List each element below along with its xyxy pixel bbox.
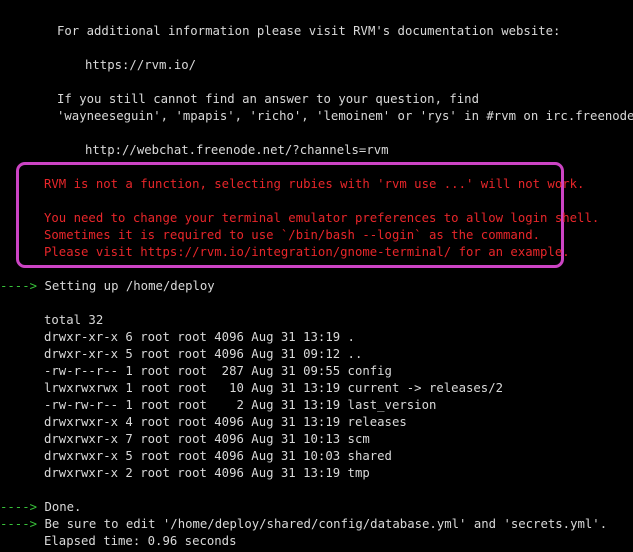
listing-row: drwxrwxr-x 5 root root 4096 Aug 31 10:03… <box>44 449 392 463</box>
help-link-rvm: https://rvm.io/ <box>85 58 197 72</box>
listing-row: -rw-r--r-- 1 root root 287 Aug 31 09:55 … <box>44 364 392 378</box>
listing-row: -rw-rw-r-- 1 root root 2 Aug 31 13:19 la… <box>44 398 437 412</box>
setup-line: ----> Setting up /home/deploy <box>0 278 215 295</box>
rvm-warning-line: RVM is not a function, selecting rubies … <box>44 177 585 191</box>
listing-row: drwxr-xr-x 5 root root 4096 Aug 31 09:12… <box>44 347 363 361</box>
listing-row: drwxrwxr-x 2 root root 4096 Aug 31 13:19… <box>44 466 370 480</box>
listing-row: drwxrwxr-x 4 root root 4096 Aug 31 13:19… <box>44 415 407 429</box>
arrow-prompt: ----> <box>0 500 38 514</box>
terminal-window[interactable]: For additional information please visit … <box>0 0 633 552</box>
help-line: For additional information please visit … <box>57 24 561 38</box>
elapsed-time: Elapsed time: 0.96 seconds <box>44 534 237 548</box>
done-text: Done. <box>44 500 82 514</box>
rvm-warning-line: Please visit https://rvm.io/integration/… <box>44 245 570 259</box>
listing-row: lrwxrwxrwx 1 root root 10 Aug 31 13:19 c… <box>44 381 504 395</box>
done-line: ----> Done. <box>0 499 81 516</box>
setup-text: Setting up /home/deploy <box>44 279 215 293</box>
help-link-webchat: http://webchat.freenode.net/?channels=rv… <box>85 143 389 157</box>
rvm-warning-line: Sometimes it is required to use `/bin/ba… <box>44 228 541 242</box>
arrow-prompt: ----> <box>0 279 38 293</box>
listing-total: total 32 <box>44 313 104 327</box>
arrow-prompt: ----> <box>0 517 38 531</box>
listing-row: drwxrwxr-x 7 root root 4096 Aug 31 10:13… <box>44 432 370 446</box>
listing-row: drwxr-xr-x 6 root root 4096 Aug 31 13:19… <box>44 330 355 344</box>
rvm-warning-line: You need to change your terminal emulato… <box>44 211 600 225</box>
help-line: If you still cannot find an answer to yo… <box>57 92 479 106</box>
edit-text: Be sure to edit '/home/deploy/shared/con… <box>44 517 608 531</box>
help-line: 'wayneeseguin', 'mpapis', 'richo', 'lemo… <box>57 109 633 123</box>
edit-line: ----> Be sure to edit '/home/deploy/shar… <box>0 516 607 533</box>
